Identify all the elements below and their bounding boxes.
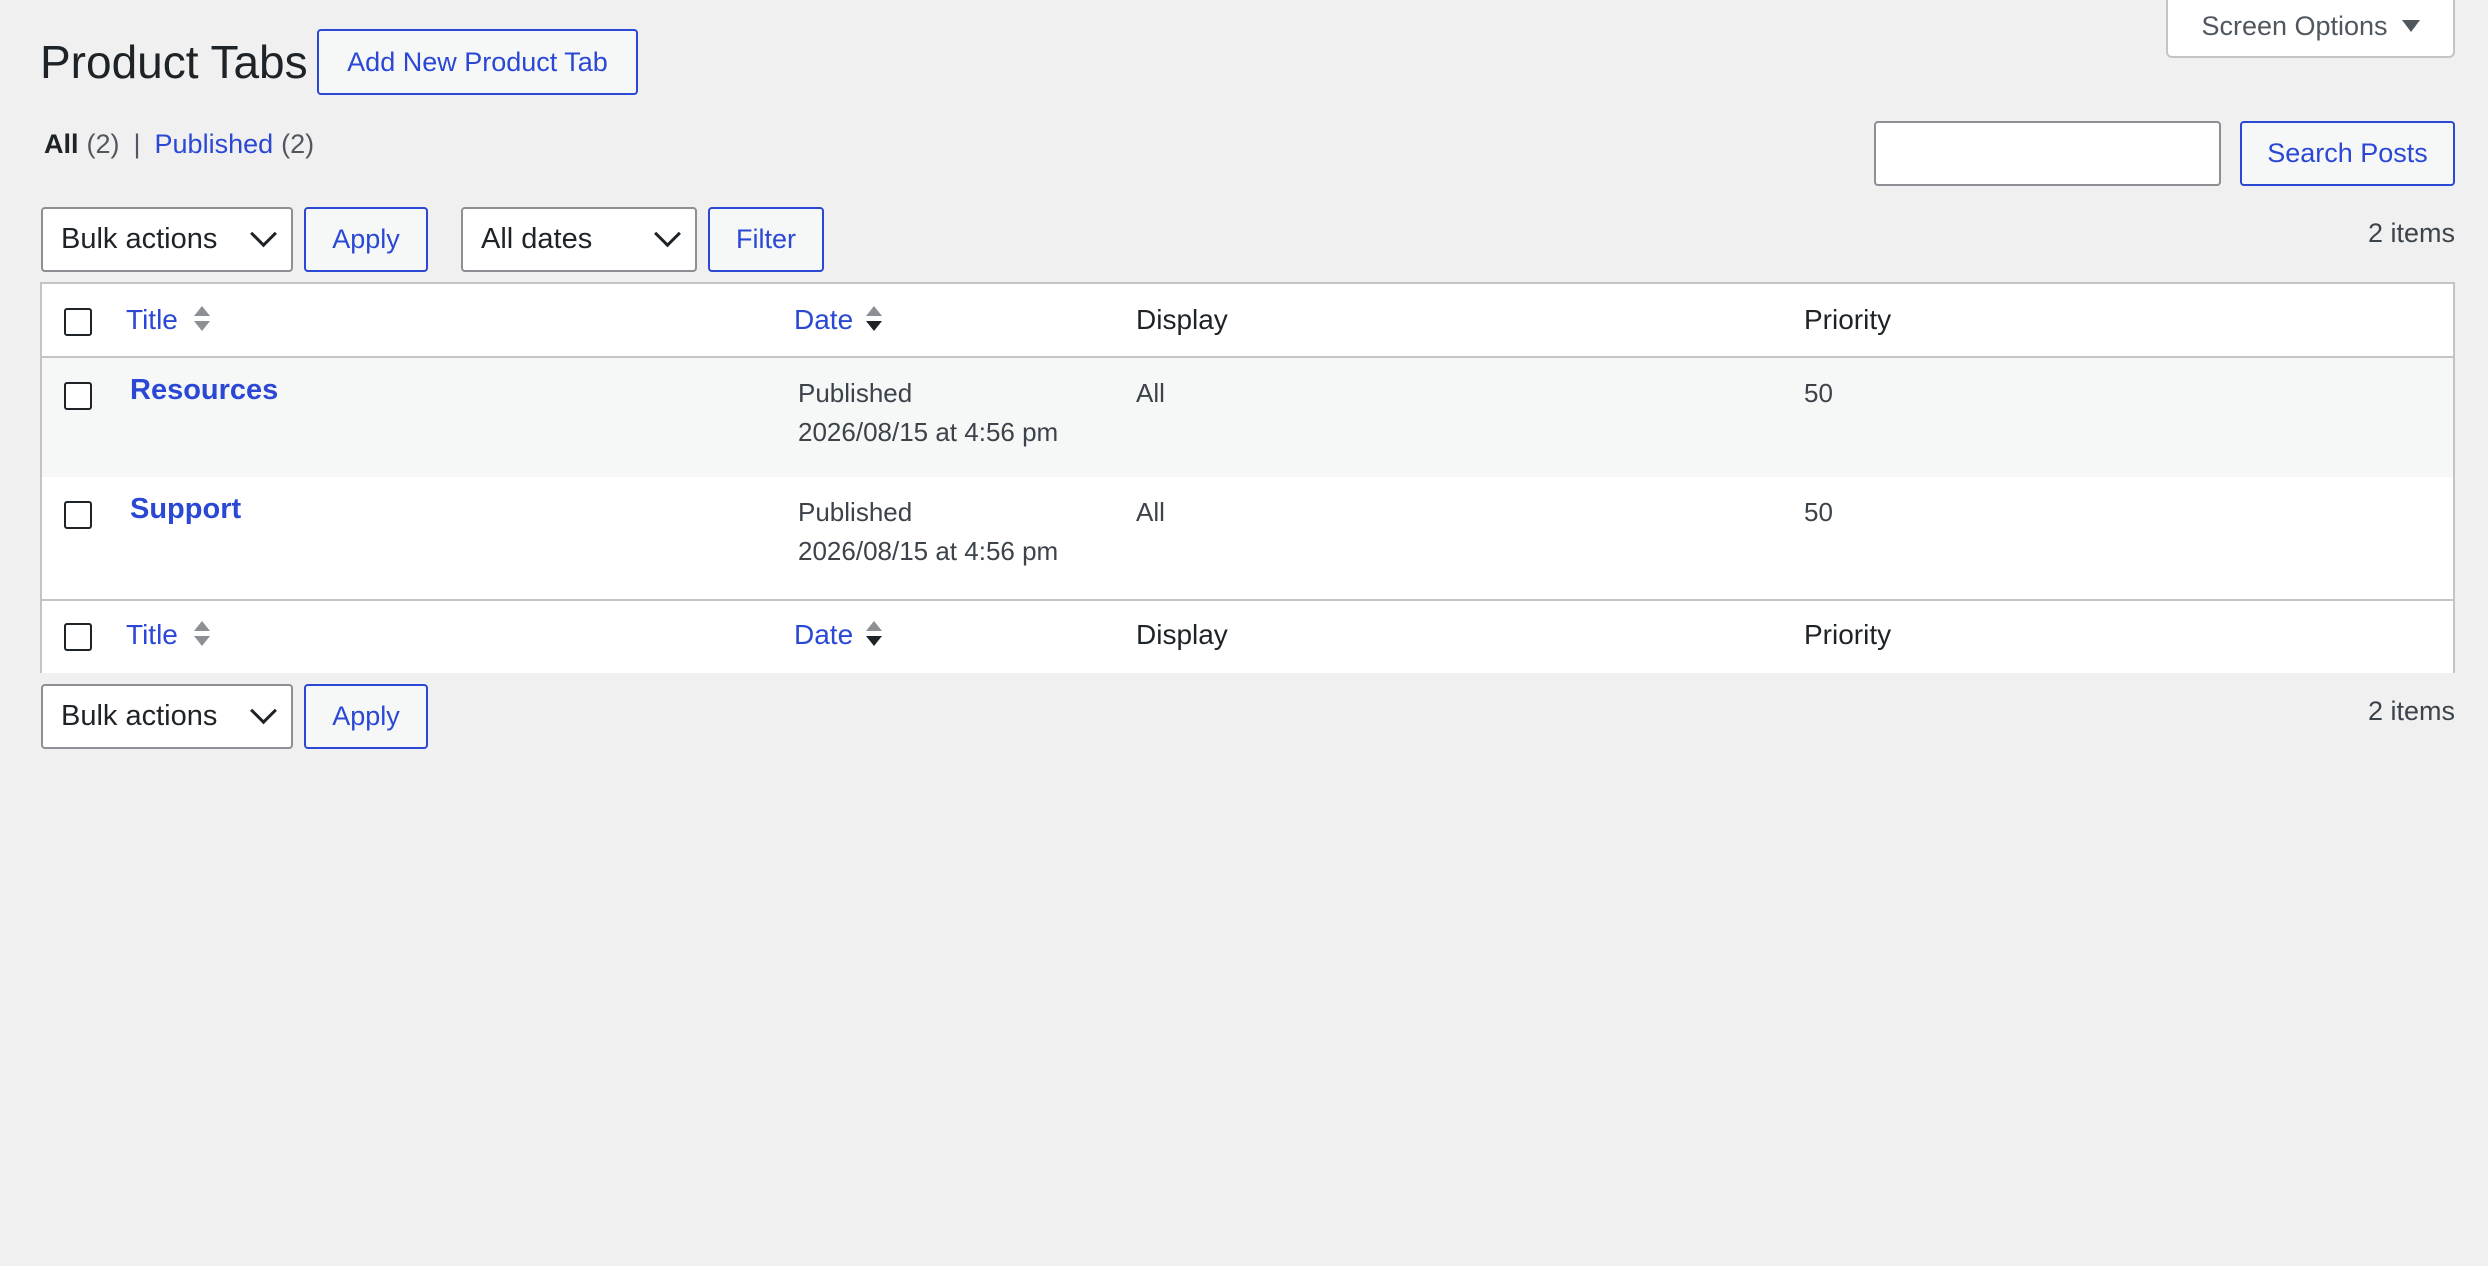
apply-button[interactable]: Apply	[304, 684, 428, 749]
row-checkbox[interactable]	[64, 501, 92, 529]
row-title-link[interactable]: Resources	[130, 374, 278, 407]
items-count: 2 items	[2367, 696, 2455, 726]
table-row: Resources Published 2026/08/15 at 4:56 p…	[42, 358, 2453, 477]
bulk-actions-select[interactable]: Bulk actions	[41, 207, 293, 272]
row-checkbox[interactable]	[64, 382, 92, 410]
row-display: All	[1136, 497, 1165, 527]
column-display-header: Display	[1136, 304, 1228, 335]
sort-arrows-icon[interactable]	[194, 619, 210, 649]
search-posts-button[interactable]: Search Posts	[2240, 121, 2455, 186]
filter-button[interactable]: Filter	[708, 207, 824, 272]
caret-down-icon	[2401, 20, 2420, 32]
dates-filter-select[interactable]: All dates	[461, 207, 697, 272]
row-display: All	[1136, 378, 1165, 408]
table-row: Support Published 2026/08/15 at 4:56 pm …	[42, 477, 2453, 596]
screen-options-button[interactable]: Screen Options	[2166, 0, 2455, 58]
column-display-header: Display	[1136, 619, 1228, 650]
bulk-actions-value: Bulk actions	[61, 223, 218, 255]
table-header: Title Date Display Priority	[42, 284, 2453, 358]
row-date-value: 2026/08/15 at 4:56 pm	[798, 536, 1059, 566]
row-title-link[interactable]: Support	[130, 493, 241, 526]
row-priority: 50	[1804, 497, 1833, 527]
sort-arrows-icon[interactable]	[866, 619, 882, 649]
column-date-header[interactable]: Date	[794, 619, 853, 651]
row-priority: 50	[1804, 378, 1833, 408]
row-date-value: 2026/08/15 at 4:56 pm	[798, 417, 1059, 447]
search-input[interactable]	[1874, 121, 2221, 186]
views-separator: |	[133, 129, 141, 159]
column-date-header[interactable]: Date	[794, 304, 853, 336]
chevron-down-icon	[250, 697, 277, 725]
screen-options-label: Screen Options	[2201, 10, 2388, 41]
bulk-actions-value: Bulk actions	[61, 700, 218, 732]
sort-arrows-icon[interactable]	[194, 304, 210, 334]
posts-table: Title Date Display Priority Resources Pu…	[40, 282, 2455, 673]
row-date: Published 2026/08/15 at 4:56 pm	[798, 374, 1058, 452]
column-title-header[interactable]: Title	[126, 304, 178, 336]
view-published-count: (2)	[281, 129, 315, 159]
items-count: 2 items	[2367, 218, 2455, 248]
view-all-link[interactable]: All	[44, 124, 79, 164]
column-priority-header: Priority	[1804, 619, 1892, 650]
row-status: Published	[798, 378, 913, 408]
view-published-link[interactable]: Published	[155, 124, 274, 164]
table-footer: Title Date Display Priority	[42, 599, 2453, 673]
column-title-header[interactable]: Title	[126, 619, 178, 651]
add-new-product-tab-button[interactable]: Add New Product Tab	[317, 29, 638, 95]
select-all-checkbox[interactable]	[64, 623, 92, 651]
column-priority-header: Priority	[1804, 304, 1892, 335]
sort-arrows-icon[interactable]	[866, 304, 882, 334]
row-date: Published 2026/08/15 at 4:56 pm	[798, 493, 1058, 571]
row-status: Published	[798, 497, 913, 527]
select-all-checkbox[interactable]	[64, 308, 92, 336]
dates-filter-value: All dates	[481, 223, 593, 255]
chevron-down-icon	[250, 220, 277, 248]
apply-button[interactable]: Apply	[304, 207, 428, 272]
view-all-count: (2)	[86, 129, 120, 159]
bulk-actions-select[interactable]: Bulk actions	[41, 684, 293, 749]
page-title: Product Tabs	[40, 36, 308, 88]
chevron-down-icon	[654, 220, 681, 248]
status-views: All (2) | Published (2)	[44, 124, 314, 164]
